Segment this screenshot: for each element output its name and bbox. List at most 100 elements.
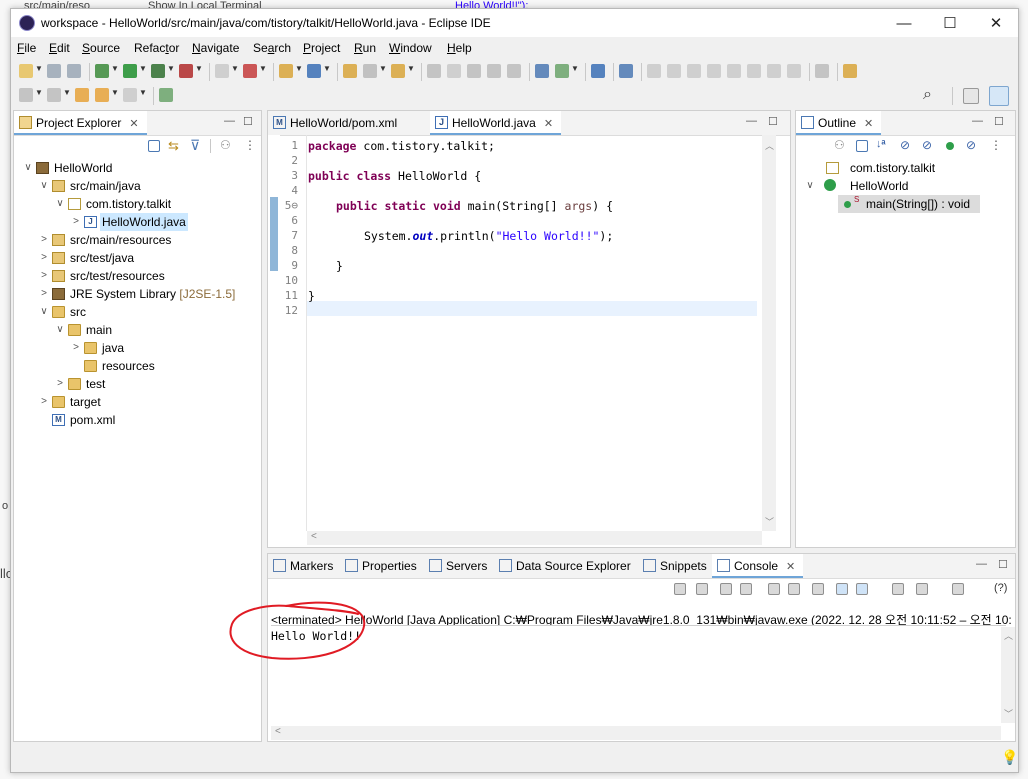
menu-item[interactable]: Edit bbox=[49, 41, 70, 55]
outline-item-class[interactable]: ∨ HelloWorld bbox=[796, 177, 1015, 195]
new-server-icon[interactable] bbox=[279, 64, 293, 78]
tree-item[interactable]: ∨ main bbox=[14, 321, 259, 339]
view-menu-icon[interactable]: ⋮ bbox=[244, 138, 256, 152]
menu-item[interactable]: Source bbox=[82, 41, 120, 55]
menu-item[interactable]: File bbox=[17, 41, 36, 55]
collapse-all-icon[interactable] bbox=[856, 140, 868, 152]
code-area[interactable]: package com.tistory.talkit; public class… bbox=[308, 139, 748, 339]
scroll-down-icon[interactable]: ﹀ bbox=[765, 515, 774, 528]
tab-data-source-explorer[interactable]: Data Source Explorer bbox=[494, 554, 639, 578]
tab-outline[interactable]: Outline ✕ bbox=[796, 111, 882, 135]
tree-item[interactable]: > target bbox=[14, 393, 259, 411]
menu-item[interactable]: Run bbox=[354, 41, 376, 55]
disconnect-icon[interactable] bbox=[707, 64, 721, 78]
tree-item[interactable]: ∨ src/main/java bbox=[14, 177, 259, 195]
terminate-icon[interactable] bbox=[687, 64, 701, 78]
last-edit-icon[interactable] bbox=[75, 88, 89, 102]
chevron-right-icon[interactable]: > bbox=[38, 267, 50, 285]
code-line-7[interactable]: System.out.println("Hello World!!"); bbox=[364, 229, 613, 243]
open-task-icon[interactable] bbox=[391, 64, 405, 78]
java-perspective-icon[interactable] bbox=[989, 86, 1009, 106]
chevron-down-icon[interactable]: ▼ bbox=[195, 64, 203, 73]
tree-item[interactable]: > J HelloWorld.java bbox=[14, 213, 259, 231]
step-into-icon[interactable] bbox=[727, 64, 741, 78]
word-wrap-icon[interactable] bbox=[812, 583, 824, 595]
chevron-down-icon[interactable]: ▼ bbox=[139, 88, 147, 97]
chevron-down-icon[interactable]: ∨ bbox=[38, 303, 50, 321]
maximize-button[interactable]: ☐ bbox=[930, 13, 970, 35]
code-line-9[interactable]: } bbox=[336, 259, 343, 273]
chevron-right-icon[interactable]: > bbox=[70, 213, 82, 231]
tree-item[interactable]: Mpom.xml bbox=[14, 411, 259, 429]
save-icon[interactable] bbox=[47, 64, 61, 78]
minimize-view-icon[interactable]: — bbox=[972, 115, 983, 127]
coverage-icon[interactable] bbox=[151, 64, 165, 78]
tree-item[interactable]: > src/main/resources bbox=[14, 231, 259, 249]
hide-local-types-icon[interactable]: ⊘ bbox=[966, 138, 976, 152]
new-window-icon[interactable] bbox=[159, 88, 173, 102]
web-browser-icon[interactable] bbox=[535, 64, 549, 78]
editor-horizontal-scrollbar[interactable]: < bbox=[307, 531, 762, 545]
chevron-down-icon[interactable]: ∨ bbox=[38, 177, 50, 195]
run-icon[interactable] bbox=[123, 64, 137, 78]
title-bar[interactable]: workspace - HelloWorld/src/main/java/com… bbox=[11, 9, 1018, 37]
chevron-right-icon[interactable]: > bbox=[54, 375, 66, 393]
use-step-filters-icon[interactable] bbox=[815, 64, 829, 78]
chevron-right-icon[interactable]: > bbox=[38, 231, 50, 249]
tree-item[interactable]: ∨ src bbox=[14, 303, 259, 321]
chevron-down-icon[interactable]: ∨ bbox=[54, 195, 66, 213]
tree-item[interactable]: > java bbox=[14, 339, 259, 357]
chevron-down-icon[interactable]: ▼ bbox=[259, 64, 267, 73]
link-icon[interactable] bbox=[619, 64, 633, 78]
tab-pom-xml[interactable]: M HelloWorld/pom.xml bbox=[268, 111, 405, 135]
maximize-view-icon[interactable]: ☐ bbox=[994, 115, 1004, 128]
scroll-up-icon[interactable]: ︿ bbox=[765, 139, 774, 152]
chevron-down-icon[interactable]: ▼ bbox=[111, 88, 119, 97]
chevron-down-icon[interactable]: ▼ bbox=[231, 64, 239, 73]
suspend-icon[interactable] bbox=[667, 64, 681, 78]
previous-annotation-icon[interactable] bbox=[47, 88, 61, 102]
step-return-icon[interactable] bbox=[767, 64, 781, 78]
chevron-down-icon[interactable]: ▼ bbox=[379, 64, 387, 73]
menu-item[interactable]: Navigate bbox=[192, 41, 239, 55]
pin-console-icon[interactable] bbox=[892, 583, 904, 595]
tree-item[interactable]: > src/test/java bbox=[14, 249, 259, 267]
stop-icon[interactable] bbox=[696, 583, 708, 595]
console-vertical-scrollbar[interactable]: ︿ ﹀ bbox=[1001, 627, 1015, 723]
debug-icon[interactable] bbox=[95, 64, 109, 78]
chevron-down-icon[interactable]: ∨ bbox=[804, 177, 816, 195]
focus-icon[interactable]: ⚇ bbox=[220, 138, 231, 152]
search-tool-icon[interactable] bbox=[363, 64, 377, 78]
run-last-icon[interactable] bbox=[674, 583, 686, 595]
tab-console[interactable]: Console ✕ bbox=[712, 554, 804, 578]
chevron-down-icon[interactable]: ▼ bbox=[323, 64, 331, 73]
clear-console-icon[interactable] bbox=[768, 583, 780, 595]
tab-properties[interactable]: Properties bbox=[340, 554, 425, 578]
help-icon[interactable]: (?) bbox=[994, 582, 1007, 594]
outline-item-package[interactable]: com.tistory.talkit bbox=[796, 159, 1015, 177]
tree-item[interactable]: resources bbox=[14, 357, 259, 375]
tab-project-explorer[interactable]: Project Explorer ✕ bbox=[14, 111, 147, 135]
chevron-down-icon[interactable]: ▼ bbox=[35, 64, 43, 73]
step-over-icon[interactable] bbox=[747, 64, 761, 78]
sort-icon[interactable]: ↓ᵃ bbox=[876, 138, 886, 150]
open-type-icon[interactable] bbox=[343, 64, 357, 78]
stop-icon[interactable] bbox=[215, 64, 229, 78]
display-console-icon[interactable] bbox=[916, 583, 928, 595]
menu-item[interactable]: Project bbox=[303, 41, 340, 55]
show-on-stdout-icon[interactable] bbox=[836, 583, 848, 595]
forward-icon[interactable] bbox=[123, 88, 137, 102]
resume-icon[interactable] bbox=[647, 64, 661, 78]
whitespace-icon[interactable] bbox=[467, 64, 481, 78]
open-perspective-icon[interactable] bbox=[963, 88, 979, 104]
menu-item[interactable]: Help bbox=[447, 41, 472, 55]
tip-lightbulb-icon[interactable]: 💡 bbox=[1001, 749, 1018, 766]
scroll-left-icon[interactable]: < bbox=[275, 726, 281, 737]
external-tools-icon[interactable] bbox=[179, 64, 193, 78]
minimize-view-icon[interactable]: — bbox=[746, 115, 757, 127]
tree-item[interactable]: ∨ com.tistory.talkit bbox=[14, 195, 259, 213]
menu-item[interactable]: Window bbox=[389, 41, 432, 55]
console-horizontal-scrollbar[interactable]: < bbox=[271, 726, 1001, 740]
tree-item[interactable]: > JRE System Library [J2SE-1.5] bbox=[14, 285, 259, 303]
outline-item-main-method[interactable]: S main(String[]) : void bbox=[838, 195, 980, 213]
